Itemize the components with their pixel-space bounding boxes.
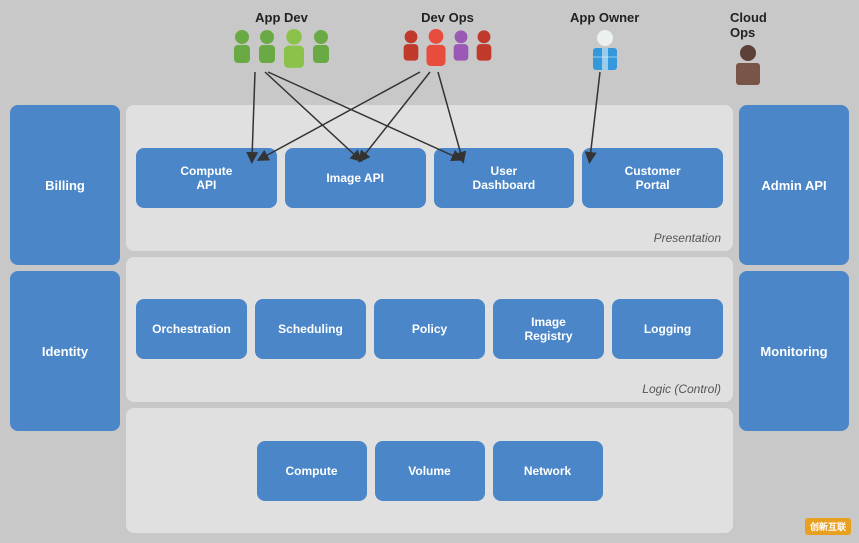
persona-app-owner: App Owner: [570, 10, 639, 73]
monitoring-box: Monitoring: [739, 271, 849, 431]
app-dev-icons: [230, 29, 333, 69]
resource-panel: Compute Volume Network: [126, 408, 733, 533]
person-icon: [255, 29, 279, 65]
right-column: Admin API Monitoring: [739, 105, 849, 533]
billing-box: Billing: [10, 105, 120, 265]
person-icon: [423, 29, 449, 67]
person-icon: [400, 29, 422, 63]
resource-boxes: Compute Volume Network: [136, 418, 723, 523]
person-icon: [732, 44, 764, 88]
image-api-box: Image API: [285, 148, 426, 208]
compute-box: Compute: [257, 441, 367, 501]
app-owner-icons: [589, 29, 621, 73]
policy-box: Policy: [374, 299, 485, 359]
image-registry-box: Image Registry: [493, 299, 604, 359]
customer-portal-box: Customer Portal: [582, 148, 723, 208]
user-dashboard-box: User Dashboard: [434, 148, 575, 208]
person-icon: [473, 29, 495, 63]
cloud-ops-icons: [732, 44, 764, 88]
persona-app-dev: App Dev: [230, 10, 333, 69]
person-icon: [450, 29, 472, 63]
presentation-label: Presentation: [654, 231, 721, 245]
logic-panel: Orchestration Scheduling Policy Image Re…: [126, 257, 733, 403]
compute-api-box: Compute API: [136, 148, 277, 208]
orchestration-box: Orchestration: [136, 299, 247, 359]
cloud-ops-label: Cloud Ops: [730, 10, 767, 40]
app-owner-label: App Owner: [570, 10, 639, 25]
admin-api-box: Admin API: [739, 105, 849, 265]
network-box: Network: [493, 441, 603, 501]
left-column: Billing Identity: [10, 105, 120, 533]
person-icon: [309, 29, 333, 65]
person-icon: [230, 29, 254, 65]
scheduling-box: Scheduling: [255, 299, 366, 359]
presentation-boxes: Compute API Image API User Dashboard Cus…: [136, 115, 723, 241]
logic-label: Logic (Control): [642, 382, 721, 396]
person-icon: [280, 29, 308, 69]
identity-box: Identity: [10, 271, 120, 431]
volume-box: Volume: [375, 441, 485, 501]
dev-ops-icons: [400, 29, 495, 67]
layout-grid: Billing Identity Compute API Image API U…: [10, 105, 849, 533]
app-dev-label: App Dev: [255, 10, 308, 25]
main-container: App Dev Dev Ops App Owner: [0, 0, 859, 543]
dev-ops-label: Dev Ops: [421, 10, 474, 25]
presentation-panel: Compute API Image API User Dashboard Cus…: [126, 105, 733, 251]
person-icon: [589, 29, 621, 73]
logging-box: Logging: [612, 299, 723, 359]
persona-dev-ops: Dev Ops: [400, 10, 495, 67]
persona-cloud-ops: Cloud Ops: [730, 10, 767, 88]
watermark: 创新互联: [805, 518, 851, 535]
logic-boxes: Orchestration Scheduling Policy Image Re…: [136, 267, 723, 393]
persona-row: App Dev Dev Ops App Owner: [140, 10, 719, 105]
center-column: Compute API Image API User Dashboard Cus…: [126, 105, 733, 533]
